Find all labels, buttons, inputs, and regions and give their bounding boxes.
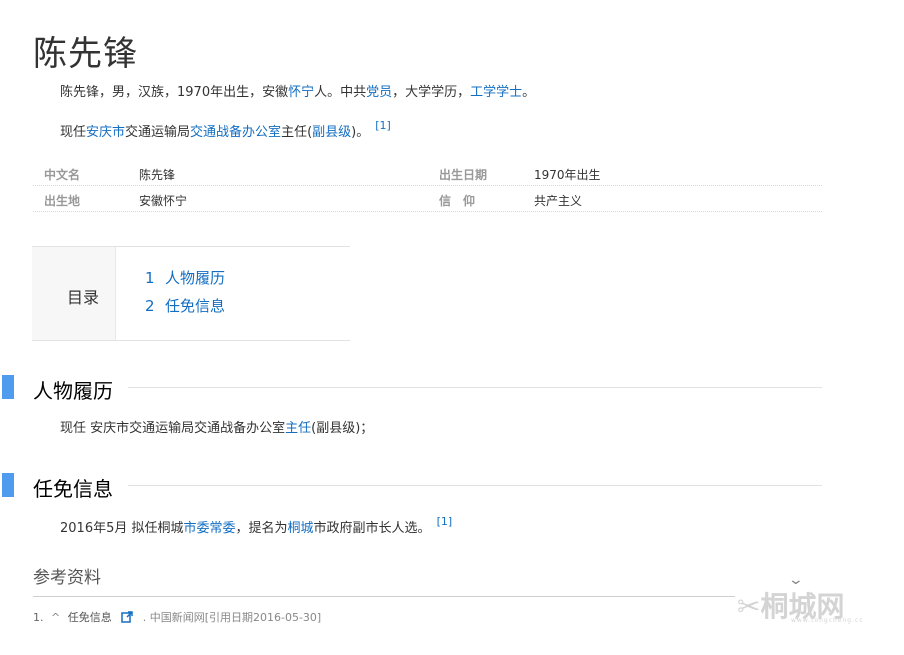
intro-text: 。 — [522, 85, 536, 100]
intro-paragraph-2: 现任安庆市交通运输局交通战备办公室主任(副县级)。 [1] — [60, 119, 391, 140]
toc-item-career[interactable]: 1 人物履历 — [145, 267, 225, 288]
section-text: 现任 安庆市交通运输局交通战备办公室 — [60, 421, 286, 436]
basic-info-row: 中文名 陈先锋 出生日期 1970年出生 — [33, 160, 822, 186]
toc-header: 目录 — [32, 247, 116, 340]
watermark-url: www.tongcheng.cc — [791, 617, 864, 624]
reference-link[interactable]: 任免信息 — [68, 611, 112, 624]
intro-text: 现任 — [60, 125, 87, 140]
basic-info-label: 中文名 — [44, 168, 81, 182]
reference-marker[interactable]: [1] — [437, 515, 453, 528]
link-director[interactable]: 主任 — [285, 421, 311, 436]
section-marker — [2, 375, 14, 399]
intro-paragraph-1: 陈先锋，男，汉族，1970年出生，安徽怀宁人。中共党员，大学学历，工学学士。 — [60, 81, 535, 100]
toc-item-appointment[interactable]: 2 任免信息 — [145, 295, 225, 316]
basic-info-label: 出生日期 — [439, 168, 488, 182]
toc-item-label: 人物履历 — [165, 269, 226, 287]
basic-info-value: 安徽怀宁 — [139, 194, 188, 208]
table-of-contents: 目录 1 人物履历 2 任免信息 — [32, 246, 350, 341]
intro-text: ，大学学历， — [392, 85, 471, 100]
references-divider — [33, 596, 735, 597]
link-traffic-office[interactable]: 交通战备办公室 — [190, 125, 281, 140]
toc-item-label: 任免信息 — [165, 297, 226, 315]
intro-text: )。 — [351, 125, 370, 140]
section-marker — [2, 473, 14, 497]
page-title: 陈先锋 — [33, 34, 138, 74]
intro-text: 交通运输局 — [125, 125, 191, 140]
basic-info-row: 出生地 安徽怀宁 信 仰 共产主义 — [33, 186, 822, 212]
basic-info-value: 1970年出生 — [534, 168, 601, 182]
external-link-icon[interactable] — [121, 611, 133, 626]
link-bachelor-engineering[interactable]: 工学学士 — [470, 85, 522, 100]
section-text: 市政府副市长人选。 — [313, 521, 431, 536]
basic-info-label: 信 仰 — [439, 194, 476, 208]
basic-info-value: 共产主义 — [534, 194, 583, 208]
intro-text: 人。中共 — [314, 85, 367, 100]
link-tongcheng[interactable]: 桐城 — [288, 521, 314, 536]
reference-number: 1. — [33, 611, 44, 624]
basic-info-label: 出生地 — [44, 194, 81, 208]
section-divider — [128, 387, 822, 388]
section-paragraph: 2016年5月 拟任桐城市委常委，提名为桐城市政府副市长人选。 [1] — [60, 515, 452, 536]
reference-source: . 中国新闻网[引用日期2016-05-30] — [142, 611, 322, 624]
references-title: 参考资料 — [33, 568, 101, 588]
reference-item: 1. ^ 任免信息 . 中国新闻网[引用日期2016-05-30] — [33, 609, 321, 626]
intro-text: 陈先锋，男，汉族，1970年出生，安徽 — [60, 85, 289, 100]
section-text: 2016年5月 拟任桐城 — [60, 521, 184, 536]
intro-text: 主任( — [281, 125, 313, 140]
toc-item-number: 2 — [145, 297, 155, 315]
basic-info-value: 陈先锋 — [139, 168, 176, 182]
section-title-appointment: 任免信息 — [33, 477, 113, 501]
watermark-icon: ✂ — [737, 590, 761, 623]
link-deputy-county-level[interactable]: 副县级 — [312, 125, 351, 140]
link-municipal-committee[interactable]: 市委常委 — [184, 521, 236, 536]
reference-marker[interactable]: [1] — [375, 119, 391, 132]
section-text: (副县级)； — [311, 421, 374, 436]
section-text: ，提名为 — [235, 521, 288, 536]
toc-title: 目录 — [67, 288, 100, 307]
link-party-member[interactable]: 党员 — [366, 85, 392, 100]
link-anqing[interactable]: 安庆市 — [86, 125, 125, 140]
section-title-career: 人物履历 — [33, 379, 113, 403]
section-paragraph: 现任 安庆市交通运输局交通战备办公室主任(副县级)； — [60, 417, 373, 436]
link-huaining[interactable]: 怀宁 — [288, 85, 314, 100]
toc-item-number: 1 — [145, 269, 155, 287]
section-divider — [128, 485, 822, 486]
back-to-citation-icon[interactable]: ^ — [51, 611, 60, 624]
